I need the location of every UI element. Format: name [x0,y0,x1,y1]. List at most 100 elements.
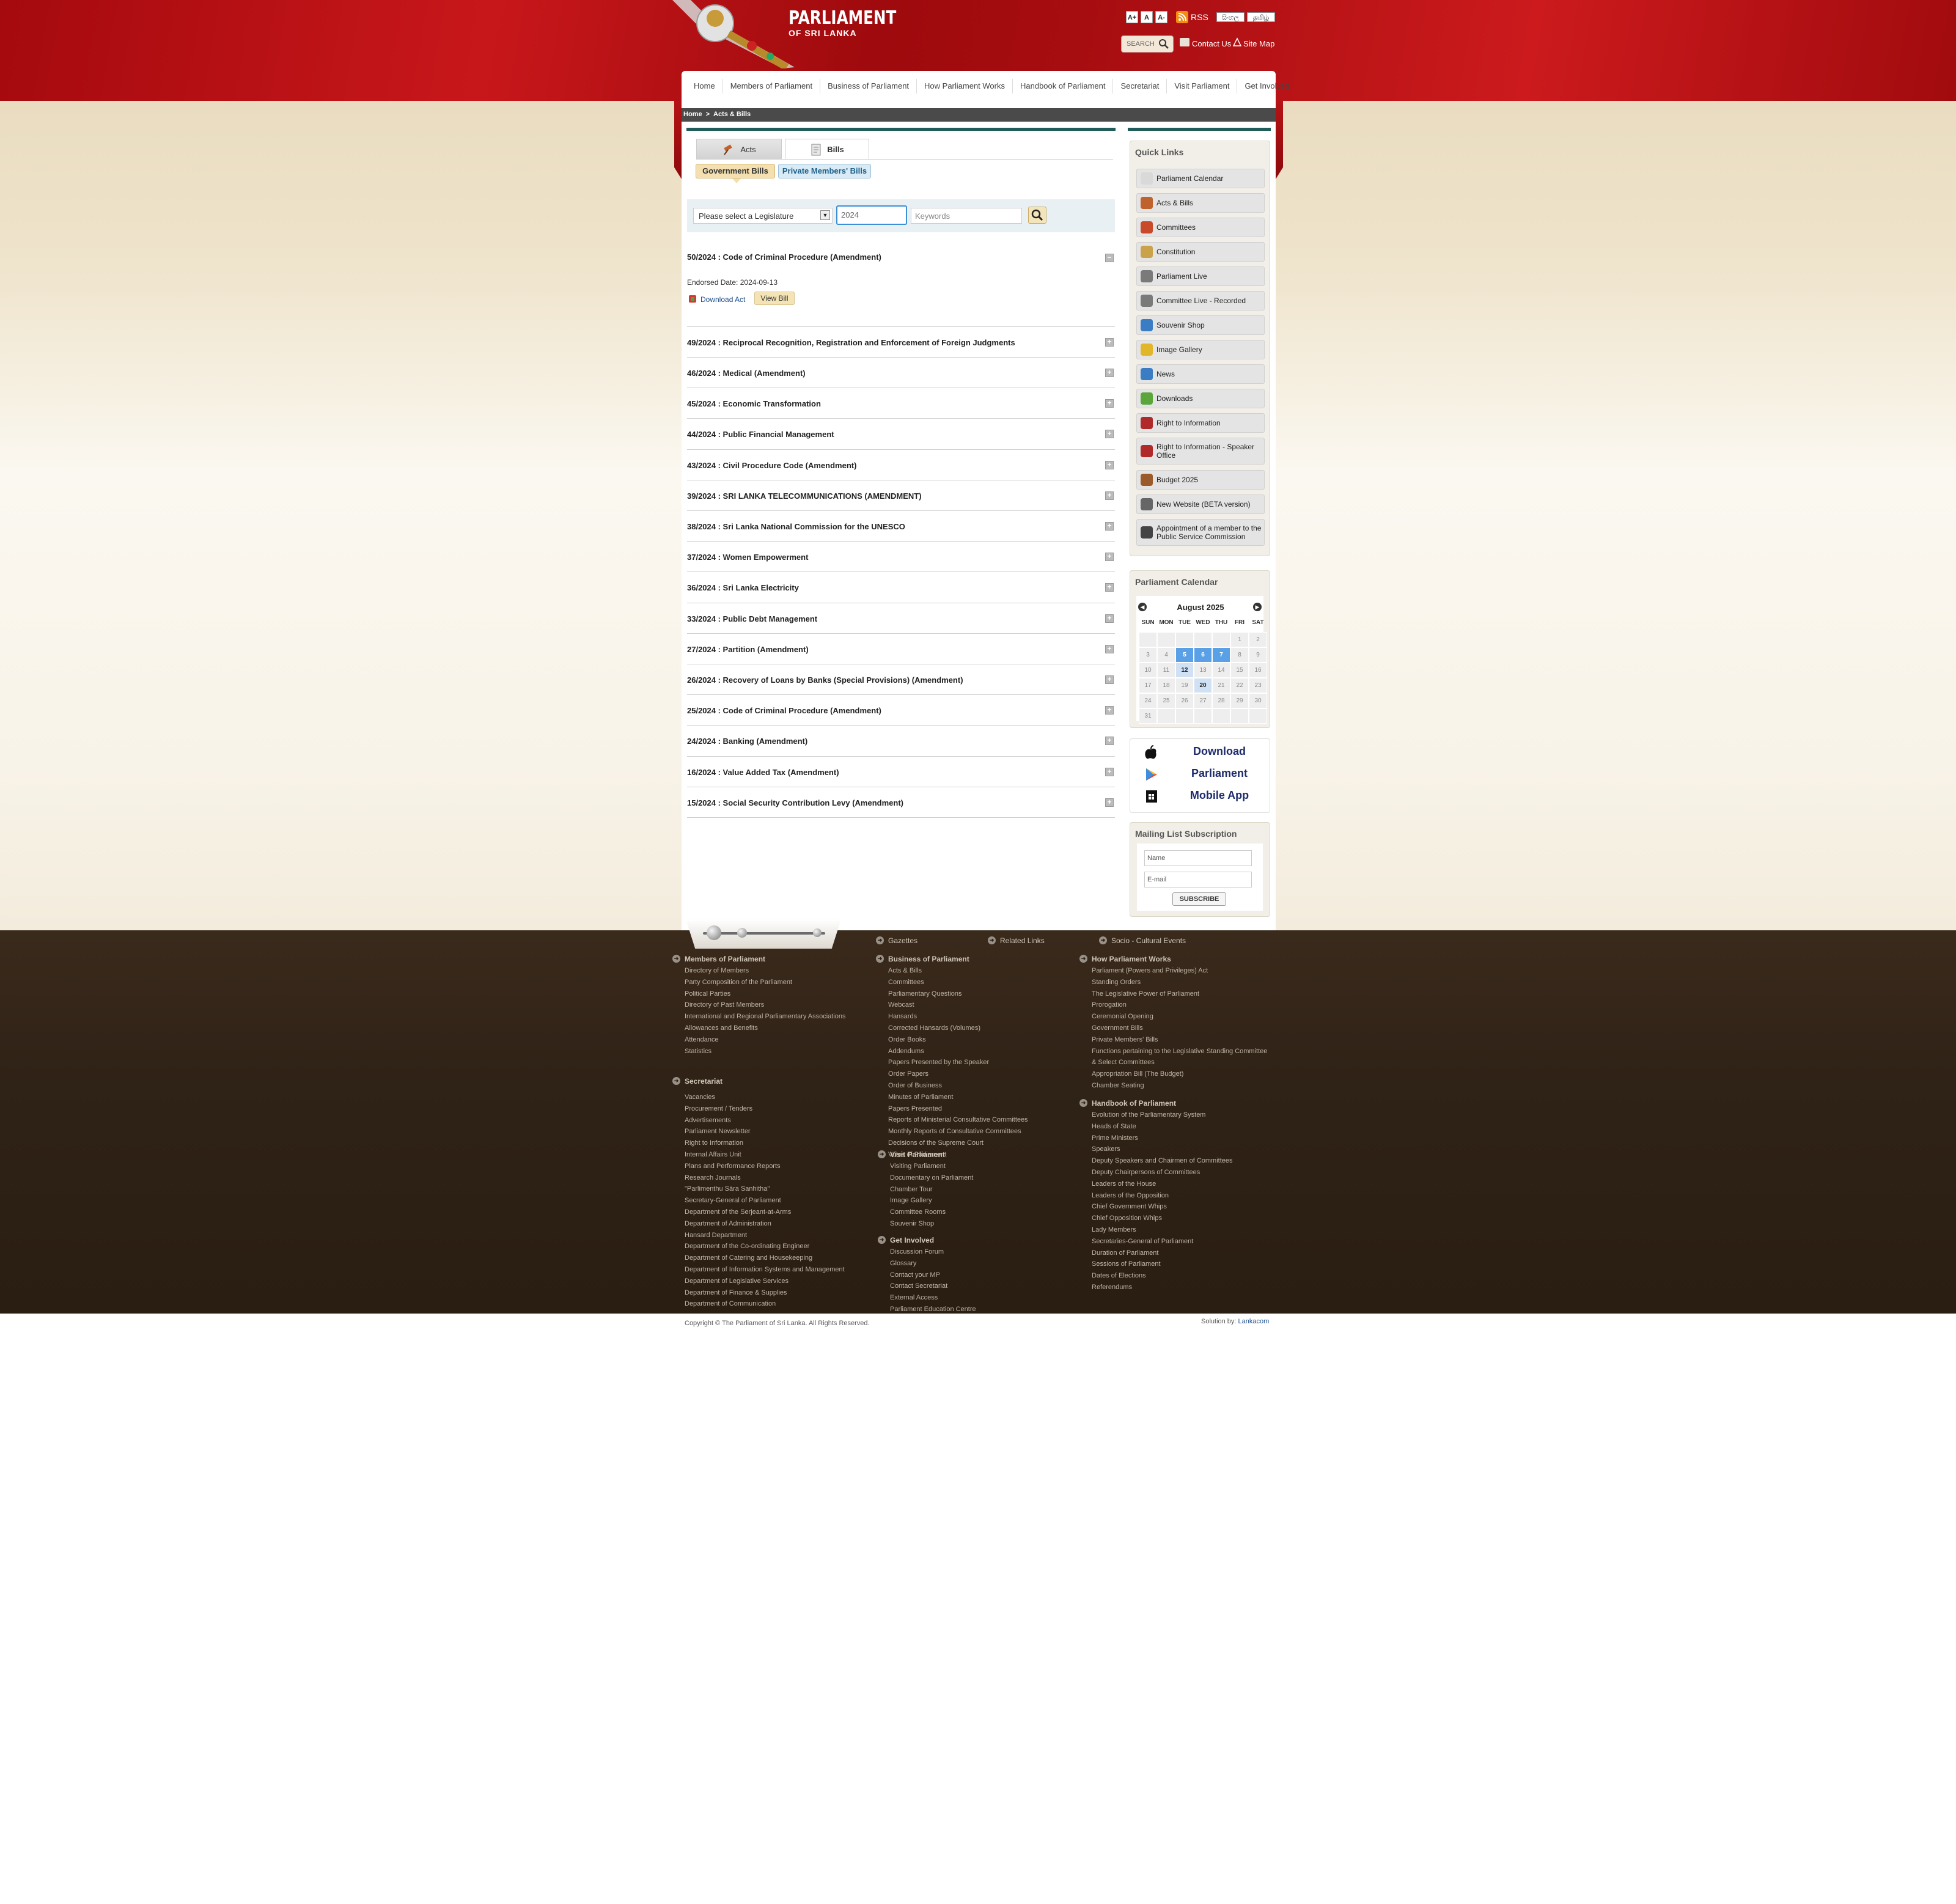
footer-link[interactable]: Leaders of the House [1092,1180,1156,1188]
footer-link[interactable]: Contact Secretariat [890,1282,947,1290]
footer-link[interactable]: Department of Finance & Supplies [685,1289,787,1296]
font-increase-button[interactable]: A+ [1126,11,1138,23]
footer-column-heading[interactable]: Secretariat [685,1077,722,1086]
rss-icon[interactable] [1176,11,1188,23]
language-sinhala-button[interactable]: සිංහල [1216,12,1245,22]
expand-icon[interactable]: + [1105,553,1114,561]
footer-column-heading[interactable]: How Parliament Works [1092,955,1171,963]
bill-title[interactable]: 25/2024 : Code of Criminal Procedure (Am… [687,706,881,715]
nav-members[interactable]: Members of Parliament [723,79,821,94]
footer-link[interactable]: Secretary-General of Parliament [685,1197,781,1204]
quick-link-new-website[interactable]: New Website (BETA version) [1136,494,1265,514]
bill-title[interactable]: 26/2024 : Recovery of Loans by Banks (Sp… [687,675,963,685]
calendar-day[interactable]: 31 [1139,708,1157,724]
calendar-day[interactable]: 19 [1175,678,1194,693]
quick-link-image-gallery[interactable]: Image Gallery [1136,340,1265,359]
collapse-icon[interactable]: − [1105,254,1114,262]
footer-column-heading[interactable]: Members of Parliament [685,955,765,963]
footer-link[interactable]: Parliament Newsletter [685,1128,751,1135]
quick-link-rti-speaker-office[interactable]: Right to Information - Speaker Office [1136,438,1265,465]
footer-link[interactable]: Advertisements [685,1117,731,1124]
quick-link-souvenir-shop[interactable]: Souvenir Shop [1136,315,1265,335]
calendar-day[interactable]: 17 [1139,678,1157,693]
footer-link[interactable]: The Legislative Power of Parliament [1092,990,1199,998]
footer-link[interactable]: Private Members' Bills [1092,1036,1158,1043]
download-act-icon[interactable] [688,295,697,303]
bill-title[interactable]: 27/2024 : Partition (Amendment) [687,645,809,654]
nav-handbook[interactable]: Handbook of Parliament [1013,79,1114,94]
footer-link[interactable]: Department of the Co-ordinating Engineer [685,1243,809,1250]
footer-link[interactable]: Sessions of Parliament [1092,1260,1161,1268]
calendar-day[interactable]: 26 [1175,693,1194,708]
footer-link[interactable]: Evolution of the Parliamentary System [1092,1111,1205,1119]
calendar-day[interactable]: 1 [1230,632,1249,647]
bill-title[interactable]: 45/2024 : Economic Transformation [687,399,821,408]
name-field[interactable]: Name [1144,850,1252,866]
footer-link[interactable]: Department of the Serjeant-at-Arms [685,1208,791,1216]
footer-link[interactable]: Reports of Ministerial Consultative Comm… [888,1116,1028,1123]
expand-icon[interactable]: + [1105,614,1114,623]
calendar-day[interactable]: 24 [1139,693,1157,708]
subtab-government-bills[interactable]: Government Bills [696,164,775,178]
nav-home[interactable]: Home [686,79,723,94]
expand-icon[interactable]: + [1105,583,1114,592]
nav-visit[interactable]: Visit Parliament [1167,79,1238,94]
bill-title[interactable]: 37/2024 : Women Empowerment [687,553,808,562]
footer-link[interactable]: Lady Members [1092,1226,1136,1233]
footer-link[interactable]: Hansard Department [685,1232,747,1239]
footer-link[interactable]: Souvenir Shop [890,1220,934,1227]
footer-link[interactable]: Statistics [685,1048,711,1055]
footer-link[interactable]: Webcast [888,1001,914,1009]
footer-link[interactable]: Chief Opposition Whips [1092,1215,1162,1222]
footer-link[interactable]: External Access [890,1294,938,1301]
footer-link[interactable]: Plans and Performance Reports [685,1163,781,1170]
footer-link[interactable]: Department of Information Systems and Ma… [685,1266,845,1273]
calendar-prev-icon[interactable]: ◀ [1138,603,1147,611]
calendar-day[interactable]: 2 [1249,632,1267,647]
footer-column-heading[interactable]: Business of Parliament [888,955,969,963]
rss-link[interactable]: RSS [1191,12,1208,22]
expand-icon[interactable]: + [1105,369,1114,377]
footer-link[interactable]: Prime Ministers [1092,1134,1138,1142]
quick-link-parliament-live[interactable]: Parliament Live [1136,266,1265,286]
footer-link[interactable]: Glossary [890,1260,916,1267]
calendar-day[interactable]: 13 [1194,663,1212,678]
footer-link[interactable]: Directory of Past Members [685,1001,764,1009]
footer-column-heading[interactable]: Get Involved [890,1236,934,1244]
footer-link[interactable]: Parliamentary Questions [888,990,961,998]
calendar-day[interactable]: 11 [1157,663,1175,678]
footer-link[interactable]: Department of Administration [685,1220,771,1227]
bill-title[interactable]: 36/2024 : Sri Lanka Electricity [687,583,799,592]
footer-link[interactable]: Documentary on Parliament [890,1174,973,1182]
footer-link[interactable]: Corrected Hansards (Volumes) [888,1024,980,1032]
expand-icon[interactable]: + [1105,522,1114,531]
expand-icon[interactable]: + [1105,430,1114,438]
footer-link[interactable]: Leaders of the Opposition [1092,1192,1169,1199]
bill-title[interactable]: 46/2024 : Medical (Amendment) [687,369,806,378]
footer-link[interactable]: Dates of Elections [1092,1272,1146,1279]
expand-icon[interactable]: + [1105,491,1114,500]
quick-link-committees[interactable]: Committees [1136,218,1265,237]
nav-how-works[interactable]: How Parliament Works [917,79,1013,94]
calendar-day[interactable]: 22 [1230,678,1249,693]
quick-link-parliament-calendar[interactable]: Parliament Calendar [1136,169,1265,188]
footer-link[interactable]: Discussion Forum [890,1248,944,1255]
expand-icon[interactable]: + [1105,737,1114,745]
nav-secretariat[interactable]: Secretariat [1113,79,1167,94]
expand-icon[interactable]: + [1105,645,1114,653]
footer-link[interactable]: Parliament (Powers and Privileges) Act [1092,967,1208,974]
calendar-day[interactable]: 3 [1139,647,1157,663]
bill-title[interactable]: 16/2024 : Value Added Tax (Amendment) [687,768,839,777]
footer-link[interactable]: Hansards [888,1013,917,1020]
footer-link[interactable]: Research Journals [685,1174,741,1182]
footer-link[interactable]: Parliament Education Centre [890,1306,976,1313]
calendar-day[interactable]: 12 [1175,663,1194,678]
subtab-private-members-bills[interactable]: Private Members' Bills [778,164,871,178]
calendar-day[interactable]: 16 [1249,663,1267,678]
footer-column-heading[interactable]: Handbook of Parliament [1092,1099,1176,1108]
quick-link-news[interactable]: News [1136,364,1265,384]
footer-link[interactable]: Government Bills [1092,1024,1143,1032]
solution-company-link[interactable]: Lankacom [1238,1318,1270,1325]
footer-link[interactable]: Directory of Members [685,967,749,974]
keywords-input[interactable]: Keywords [911,208,1022,224]
